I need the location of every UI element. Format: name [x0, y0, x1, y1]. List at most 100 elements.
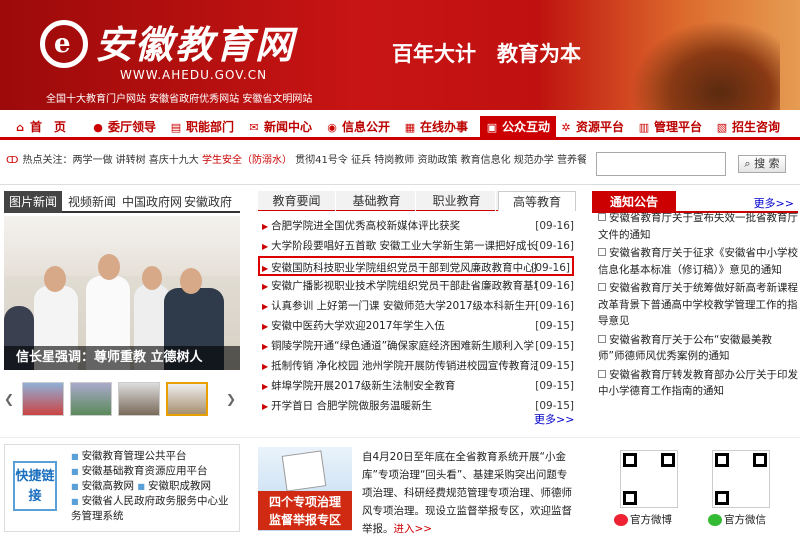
notice-text[interactable]: 安徽省教育厅转发教育部办公厅关于印发中小学德育工作指南的通知	[598, 369, 798, 398]
nav-item-departments[interactable]: ▤ 职能部门	[170, 116, 234, 138]
news-item[interactable]: ▶ 铜陵学院开通“绿色通道”确保家庭经济困难新生顺利入学 [09-15]	[262, 336, 576, 356]
news-item[interactable]: ▶ 蚌埠学院开展2017级新生法制安全教育 [09-15]	[262, 376, 576, 396]
wechat-link[interactable]: 官方微信	[708, 512, 766, 527]
hot-text-highlight[interactable]: 学生安全（防溺水）	[202, 155, 292, 166]
divider	[0, 184, 800, 185]
notice-text[interactable]: 安徽省教育厅关于公布“安徽最美教师”师德师风优秀案例的通知	[598, 334, 772, 363]
gear-icon: ✲	[561, 121, 571, 134]
quick-link-label[interactable]: 安徽省人民政府政务服务中心业务管理系统	[71, 495, 229, 522]
news-item[interactable]: ▶ 安徽广播影视职业技术学院组织党员干部赴省廉政教育基地... [09-16]	[262, 276, 576, 296]
site-title[interactable]: 安徽教育网	[95, 14, 295, 69]
news-item[interactable]: ▶ 认真参训 上好第一门课 安徽师范大学2017级本科新生开启... [09-16]	[262, 296, 576, 316]
notice-text[interactable]: 安徽省教育厅关于征求《安徽省中小学校信息化基本标准（修订稿）》意见的通知	[598, 247, 798, 276]
news-title[interactable]: 抵制传销 净化校园 池州学院开展防传销进校园宣传教育活动	[271, 356, 537, 376]
slogan-part1: 百年大计	[392, 42, 476, 66]
tab-photo-news[interactable]: 图片新闻	[4, 191, 63, 213]
notice-item[interactable]: 安徽省教育厅关于征求《安徽省中小学校信息化基本标准（修订稿）》意见的通知	[598, 245, 798, 278]
news-title[interactable]: 蚌埠学院开展2017级新生法制安全教育	[271, 376, 537, 396]
nav-item-online[interactable]: ▦ 在线办事	[404, 116, 468, 138]
notices-more-link[interactable]: 更多>>	[754, 195, 794, 211]
nav-label: 新闻中心	[264, 120, 313, 134]
tab-anhui-gov[interactable]: 安徽政府网	[184, 191, 240, 231]
bullet-icon: ▶	[262, 402, 269, 411]
weibo-link[interactable]: 官方微博	[614, 512, 672, 527]
tab-education-news[interactable]: 教育要闻	[258, 191, 336, 211]
news-title[interactable]: 安徽国防科技职业学院组织党员干部到党风廉政教育中心接...	[271, 258, 537, 278]
nav-item-info[interactable]: ◉ 信息公开	[326, 116, 390, 138]
header-banner: e 安徽教育网 WWW.AHEDU.GOV.CN 百年大计 教育为本 全国十大教…	[0, 0, 800, 110]
nav-label: 资源平台	[576, 120, 625, 134]
nav-item-interaction[interactable]: ▣ 公众互动	[480, 116, 557, 138]
search-button[interactable]: ⌕ 搜 索	[738, 155, 786, 173]
site-logo-icon[interactable]: e	[40, 20, 88, 68]
news-title[interactable]: 安徽广播影视职业技术学院组织党员干部赴省廉政教育基地...	[271, 276, 537, 296]
qr-corner	[715, 453, 729, 467]
quick-link-label[interactable]: 安徽高教网	[82, 480, 135, 492]
notice-item[interactable]: 安徽省教育厅关于统筹做好新高考新课程改革背景下普通高中学校教学管理工作的指导意见	[598, 280, 798, 330]
news-date: [09-15]	[535, 360, 574, 372]
tab-basic-education[interactable]: 基础教育	[338, 191, 416, 211]
wechat-label[interactable]: 官方微信	[724, 514, 766, 526]
nav-item-home[interactable]: ⌂ 首 页	[14, 116, 66, 138]
chat-icon: ▣	[486, 121, 498, 134]
news-item[interactable]: ▶ 合肥学院进全国优秀高校新媒体评比获奖 [09-16]	[262, 216, 576, 236]
news-title[interactable]: 安徽中医药大学欢迎2017年学生入伍	[271, 316, 537, 336]
news-item[interactable]: ▶ 安徽中医药大学欢迎2017年学生入伍 [09-15]	[262, 316, 576, 336]
nav-item-management[interactable]: ▥ 管理平台	[638, 116, 702, 138]
news-item[interactable]: ▶ 抵制传销 净化校园 池州学院开展防传销进校园宣传教育活动 [09-15]	[262, 356, 576, 376]
thumbnail-selected[interactable]	[166, 382, 208, 416]
quick-link-label[interactable]: 安徽职成教网	[148, 480, 211, 492]
quick-link-label[interactable]: 安徽教育管理公共平台	[82, 450, 187, 462]
hot-text[interactable]: 两学一做 讲转树 喜庆十九大	[72, 155, 202, 166]
tab-china-gov[interactable]: 中国政府网	[122, 191, 182, 213]
nav-item-leaders[interactable]: ● 委厅领导	[92, 116, 156, 138]
hot-text[interactable]: 贯彻41号令 征兵 特岗教师 资助政策 教育信息化 规范办学 营养餐	[292, 155, 586, 166]
bullet-icon: ■	[137, 482, 145, 491]
chevron-right-icon[interactable]: ❯	[226, 392, 236, 406]
news-date: [09-16]	[535, 300, 574, 312]
grid-icon: ▦	[404, 121, 416, 134]
thumbnail[interactable]	[70, 382, 112, 416]
thumbnail[interactable]	[22, 382, 64, 416]
nav-item-news[interactable]: ✉ 新闻中心	[248, 116, 312, 138]
tab-higher-education[interactable]: 高等教育	[498, 191, 576, 211]
book-icon: ▧	[716, 121, 728, 134]
news-item[interactable]: ▶ 大学阶段要唱好五首歌 安徽工业大学新生第一课把好成长成... [09-16]	[262, 236, 576, 256]
notice-item[interactable]: 安徽省教育厅关于公布“安徽最美教师”师德师风优秀案例的通知	[598, 332, 798, 365]
campaign-banner[interactable]: 四个专项治理 监督举报专区	[258, 447, 352, 531]
notice-item[interactable]: 安徽省教育厅转发教育部办公厅关于印发中小学德育工作指南的通知	[598, 367, 798, 400]
news-title[interactable]: 铜陵学院开通“绿色通道”确保家庭经济困难新生顺利入学	[271, 336, 537, 356]
bullet-icon: ▶	[262, 342, 269, 351]
nav-item-resources[interactable]: ✲ 资源平台	[560, 116, 624, 138]
quick-link[interactable]: ■ 安徽教育管理公共平台	[71, 449, 239, 464]
news-item-highlighted[interactable]: ▶ 安徽国防科技职业学院组织党员干部到党风廉政教育中心接... [09-16]	[258, 256, 574, 276]
notice-text[interactable]: 安徽省教育厅关于统筹做好新高考新课程改革背景下普通高中学校教学管理工作的指导意见	[598, 282, 798, 327]
news-item[interactable]: ▶ 开学首日 合肥学院做服务温暖新生 [09-15]	[262, 396, 576, 416]
tab-video-news[interactable]: 视频新闻	[68, 191, 116, 213]
wechat-qr-code	[712, 450, 770, 508]
bullet-icon: ■	[71, 482, 79, 491]
campaign-description: 自4月20日至年底在全省教育系统开展“小金库”专项治理“回头看”、基建采购突出问…	[362, 448, 576, 534]
nav-item-admission[interactable]: ▧ 招生咨询	[716, 116, 780, 138]
checkbox-icon	[598, 248, 606, 256]
campaign-more-link[interactable]: 进入>>	[394, 523, 433, 534]
notice-item[interactable]: 安徽省教育厅关于宣布失效一批省教育厅文件的通知	[598, 210, 798, 243]
quick-link[interactable]: ■ 安徽省人民政府政务服务中心业务管理系统	[71, 494, 239, 523]
news-title[interactable]: 大学阶段要唱好五首歌 安徽工业大学新生第一课把好成长成...	[271, 236, 537, 256]
search-input[interactable]	[596, 152, 726, 176]
tab-vocational-education[interactable]: 职业教育	[418, 191, 496, 211]
quick-link-label[interactable]: 安徽基础教育资源应用平台	[82, 465, 208, 477]
news-title[interactable]: 合肥学院进全国优秀高校新媒体评比获奖	[271, 216, 537, 236]
news-title[interactable]: 认真参训 上好第一门课 安徽师范大学2017级本科新生开启...	[271, 296, 537, 316]
notice-text[interactable]: 安徽省教育厅关于宣布失效一批省教育厅文件的通知	[598, 212, 798, 241]
chevron-left-icon[interactable]: ❮	[4, 392, 14, 406]
hot-topics[interactable]: ↀ 热点关注：两学一做 讲转树 喜庆十九大 学生安全（防溺水） 贯彻41号令 征兵…	[6, 152, 586, 170]
weibo-label[interactable]: 官方微博	[630, 514, 672, 526]
photo-caption[interactable]: 信长星强调：尊师重教 立德树人	[4, 346, 240, 370]
hot-icon: ↀ	[6, 155, 19, 166]
quick-link[interactable]: ■ 安徽基础教育资源应用平台	[71, 464, 239, 479]
thumbnail[interactable]	[118, 382, 160, 416]
news-more-link[interactable]: 更多>>	[534, 411, 574, 427]
news-title[interactable]: 开学首日 合肥学院做服务温暖新生	[271, 396, 537, 416]
quick-links-list: ■ 安徽教育管理公共平台 ■ 安徽基础教育资源应用平台 ■ 安徽高教网 ■ 安徽职成教网…	[71, 449, 239, 523]
